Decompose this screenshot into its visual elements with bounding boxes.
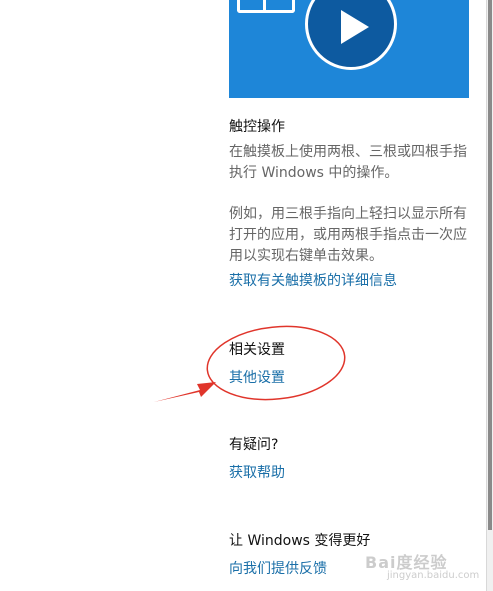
touch-section-desc-2: 例如，用三根手指向上轻扫以显示所有打开的应用，或用两根手指点击一次应用以实现右键… (229, 206, 467, 264)
touch-video-tile[interactable] (229, 0, 469, 98)
give-feedback-link[interactable]: 向我们提供反馈 (229, 558, 327, 578)
baidu-jingyan-watermark: Bai度经验 jingyan.baidu.com (365, 549, 485, 589)
related-settings-title: 相关设置 (229, 342, 285, 358)
touchpad-details-link[interactable]: 获取有关触摸板的详细信息 (229, 270, 397, 290)
scrollbar[interactable] (486, 0, 493, 591)
play-icon[interactable] (305, 0, 397, 70)
feedback-section-title: 让 Windows 变得更好 (229, 533, 371, 549)
annotation-circle (206, 325, 346, 401)
window-icon (237, 0, 295, 13)
scrollbar-thumb[interactable] (488, 0, 492, 530)
touch-section-desc-1: 在触摸板上使用两根、三根或四根手指执行 Windows 中的操作。 (229, 144, 467, 181)
help-section-title: 有疑问? (229, 437, 279, 453)
watermark-url: jingyan.baidu.com (387, 570, 480, 581)
annotation-arrow (154, 382, 216, 402)
get-help-link[interactable]: 获取帮助 (229, 462, 285, 482)
other-settings-link[interactable]: 其他设置 (229, 367, 285, 387)
touch-section-title: 触控操作 (229, 119, 285, 135)
